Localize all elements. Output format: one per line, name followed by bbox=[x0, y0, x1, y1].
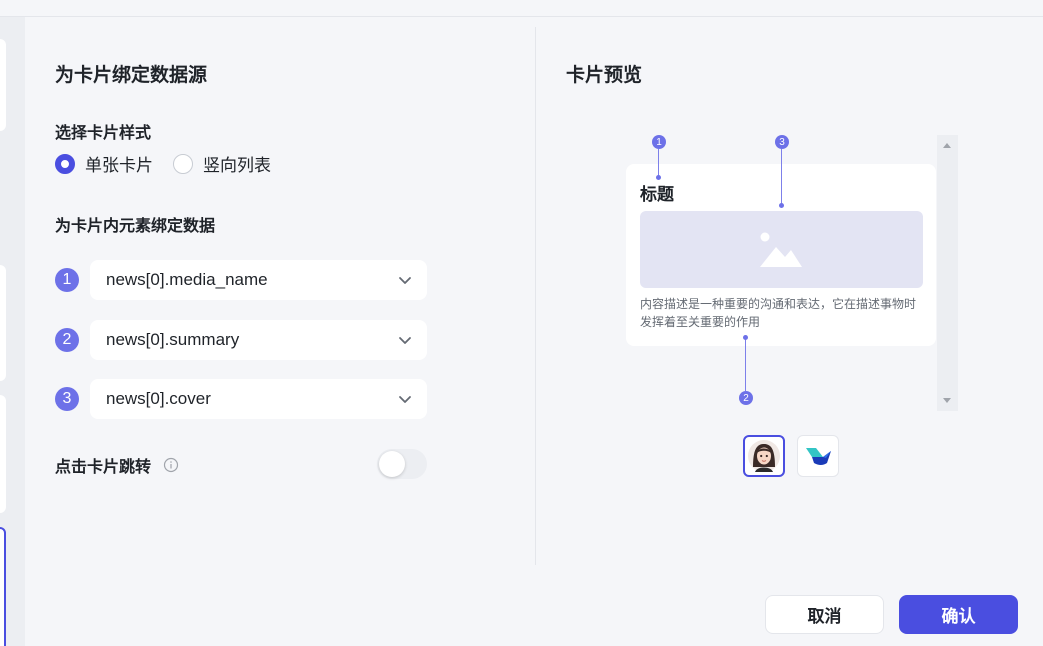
card-jump-label: 点击卡片跳转 bbox=[55, 459, 152, 476]
strip-card[interactable] bbox=[0, 395, 6, 513]
binding-select-value: news[0].summary bbox=[106, 330, 240, 349]
app-icon-switcher bbox=[743, 435, 851, 477]
chevron-down-icon bbox=[399, 396, 411, 403]
radio-single-card[interactable] bbox=[55, 153, 75, 174]
binding-row-3: 3 news[0].cover bbox=[55, 379, 427, 419]
panel-divider bbox=[535, 27, 536, 565]
preview-marker-1: 1 bbox=[652, 135, 666, 149]
marker-line bbox=[658, 149, 659, 178]
card-preview-area: 标题 内容描述是一种重要的沟通和表达，它在描述事物时发挥着至关重要的作用 1 3… bbox=[626, 135, 959, 411]
binding-number-badge: 2 bbox=[55, 328, 79, 352]
binding-select-1[interactable]: news[0].media_name bbox=[90, 260, 427, 300]
feishu-logo-icon bbox=[806, 448, 831, 465]
card-jump-toggle[interactable] bbox=[377, 449, 427, 479]
chevron-down-icon bbox=[399, 277, 411, 284]
top-bar bbox=[0, 0, 1043, 17]
strip-card[interactable] bbox=[0, 265, 6, 381]
card-style-label: 选择卡片样式 bbox=[55, 125, 152, 142]
binding-select-3[interactable]: news[0].cover bbox=[90, 379, 427, 419]
chevron-down-icon bbox=[399, 337, 411, 344]
binding-number-badge: 3 bbox=[55, 387, 79, 411]
left-strip bbox=[0, 17, 25, 646]
bind-elements-label: 为卡片内元素绑定数据 bbox=[55, 218, 216, 235]
cancel-button[interactable]: 取消 bbox=[765, 595, 884, 634]
radio-vertical-list-label[interactable]: 竖向列表 bbox=[203, 151, 271, 176]
dialog-body: 为卡片绑定数据源 选择卡片样式 单张卡片 竖向列表 为卡片内元素绑定数据 1 n… bbox=[25, 17, 1043, 646]
info-icon[interactable] bbox=[163, 457, 179, 473]
preview-card-description: 内容描述是一种重要的沟通和表达，它在描述事物时发挥着至关重要的作用 bbox=[640, 297, 917, 329]
radio-single-card-label[interactable]: 单张卡片 bbox=[85, 151, 153, 176]
marker-line bbox=[781, 149, 782, 206]
scroll-down-icon[interactable] bbox=[943, 398, 951, 403]
binding-select-value: news[0].cover bbox=[106, 389, 211, 408]
bind-datasource-title: 为卡片绑定数据源 bbox=[55, 65, 208, 86]
card-jump-row: 点击卡片跳转 bbox=[55, 453, 179, 477]
image-placeholder-icon bbox=[760, 232, 802, 267]
card-preview-title: 卡片预览 bbox=[566, 65, 643, 86]
marker-line bbox=[745, 338, 746, 391]
preview-card-image bbox=[640, 211, 923, 288]
binding-row-2: 2 news[0].summary bbox=[55, 320, 427, 360]
preview-card-title: 标题 bbox=[640, 185, 674, 204]
preview-marker-2: 2 bbox=[739, 391, 753, 405]
binding-select-2[interactable]: news[0].summary bbox=[90, 320, 427, 360]
preview-scrollbar[interactable] bbox=[937, 135, 958, 411]
preview-marker-3: 3 bbox=[775, 135, 789, 149]
toggle-knob bbox=[379, 451, 405, 477]
avatar-icon bbox=[748, 440, 780, 472]
confirm-button[interactable]: 确认 bbox=[899, 595, 1018, 634]
marker-dot bbox=[656, 175, 661, 180]
feishu-logo[interactable] bbox=[797, 435, 839, 477]
strip-card[interactable] bbox=[0, 39, 6, 131]
marker-dot bbox=[743, 335, 748, 340]
marker-dot bbox=[779, 203, 784, 208]
card-style-radio-group: 单张卡片 竖向列表 bbox=[55, 151, 291, 176]
binding-select-value: news[0].media_name bbox=[106, 270, 268, 289]
strip-card-active[interactable] bbox=[0, 527, 6, 646]
scroll-up-icon[interactable] bbox=[943, 143, 951, 148]
binding-number-badge: 1 bbox=[55, 268, 79, 292]
avatar[interactable] bbox=[743, 435, 785, 477]
binding-row-1: 1 news[0].media_name bbox=[55, 260, 427, 300]
radio-vertical-list[interactable] bbox=[173, 153, 193, 174]
